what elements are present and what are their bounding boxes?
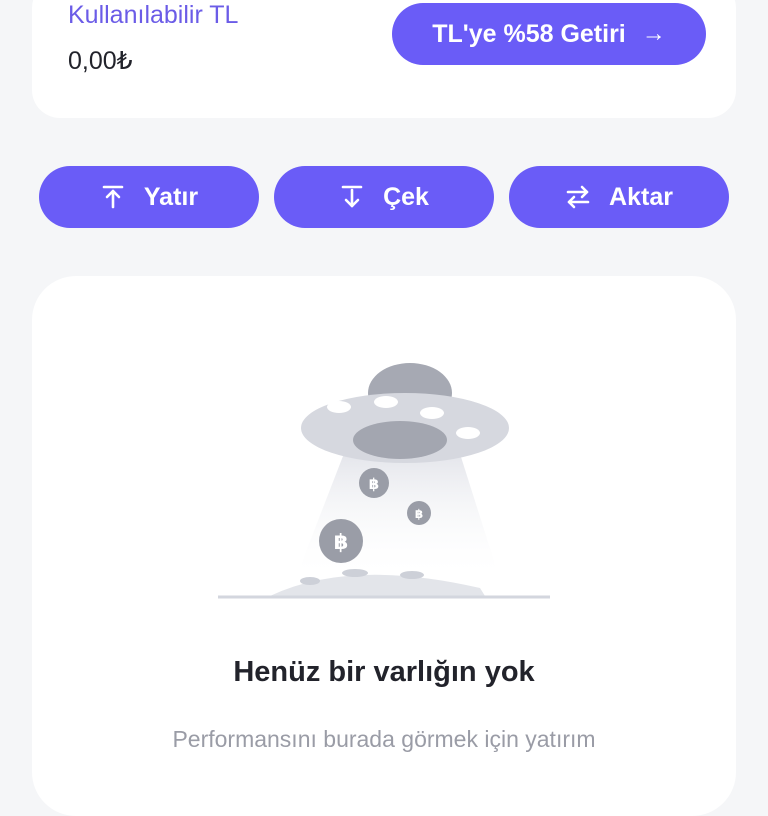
coin-icon: ฿: [369, 475, 379, 493]
withdraw-button[interactable]: Çek: [274, 166, 494, 228]
transfer-button[interactable]: Aktar: [509, 166, 729, 228]
withdraw-button-label: Çek: [383, 182, 429, 211]
download-arrow-icon: [341, 185, 363, 208]
tl-yield-button[interactable]: TL'ye %58 Getiri →: [392, 3, 706, 65]
coin-icon: ฿: [334, 530, 349, 554]
coin-icon: ฿: [415, 507, 423, 521]
transfer-button-label: Aktar: [609, 182, 673, 211]
arrow-right-icon: →: [641, 20, 666, 47]
empty-state-title: Henüz bir varlığın yok: [233, 656, 535, 688]
upload-arrow-icon: [102, 185, 124, 209]
empty-state-description: Performansını burada görmek için yatırım: [172, 726, 596, 752]
tl-yield-button-label: TL'ye %58 Getiri: [432, 19, 626, 48]
deposit-button[interactable]: Yatır: [39, 166, 259, 228]
ufo-coins-illustration: ฿ ฿ ฿: [218, 363, 550, 599]
available-balance-label: Kullanılabilir TL: [68, 1, 239, 29]
available-balance-value: 0,00₺: [68, 47, 133, 75]
deposit-button-label: Yatır: [143, 182, 199, 211]
swap-arrows-icon: [566, 185, 590, 209]
